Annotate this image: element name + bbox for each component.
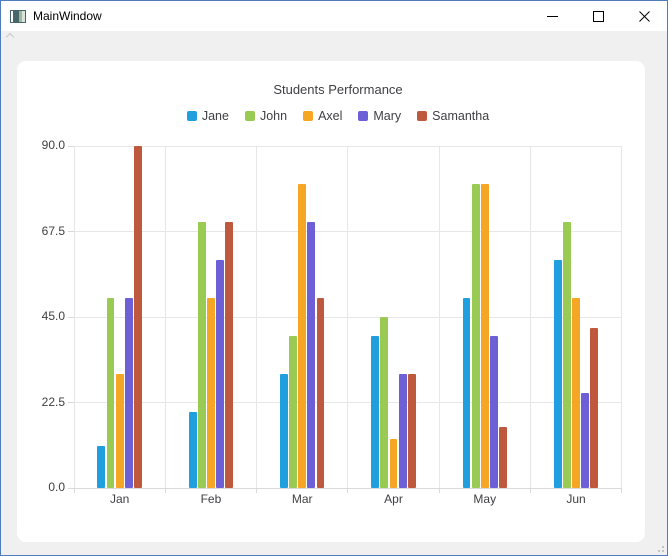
legend-item-john[interactable]: John	[244, 109, 288, 123]
legend-label: Samantha	[432, 109, 490, 123]
main-window: MainWindow Students Performance Jane John…	[0, 0, 668, 556]
chart-panel	[17, 61, 645, 542]
chart-title: Students Performance	[273, 82, 403, 97]
legend-label: Mary	[373, 109, 402, 123]
maximize-icon	[592, 10, 604, 22]
legend-item-mary[interactable]: Mary	[358, 109, 401, 123]
chart-legend: Jane John Axel Mary Samantha	[17, 109, 645, 123]
toolbar-handle[interactable]	[5, 32, 15, 42]
legend-label: Jane	[201, 109, 229, 123]
close-button[interactable]	[621, 1, 667, 31]
maximize-button[interactable]	[575, 1, 621, 31]
close-icon	[638, 10, 650, 22]
legend-marker-icon	[417, 111, 428, 121]
window-controls	[529, 1, 667, 31]
legend-label: John	[259, 109, 288, 123]
minimize-button[interactable]	[529, 1, 575, 31]
legend-marker-icon	[186, 111, 197, 121]
legend-marker-icon	[358, 111, 369, 121]
legend-item-jane[interactable]: Jane	[186, 109, 229, 123]
legend-label: Axel	[318, 109, 343, 123]
legend-item-axel[interactable]: Axel	[303, 109, 342, 123]
legend-item-samantha[interactable]: Samantha	[417, 109, 489, 123]
window-title: MainWindow	[33, 9, 102, 23]
legend-marker-icon	[303, 111, 314, 121]
resize-grip[interactable]	[654, 542, 664, 552]
legend-marker-icon	[244, 111, 255, 121]
minimize-icon	[546, 11, 558, 22]
app-icon	[10, 9, 26, 23]
